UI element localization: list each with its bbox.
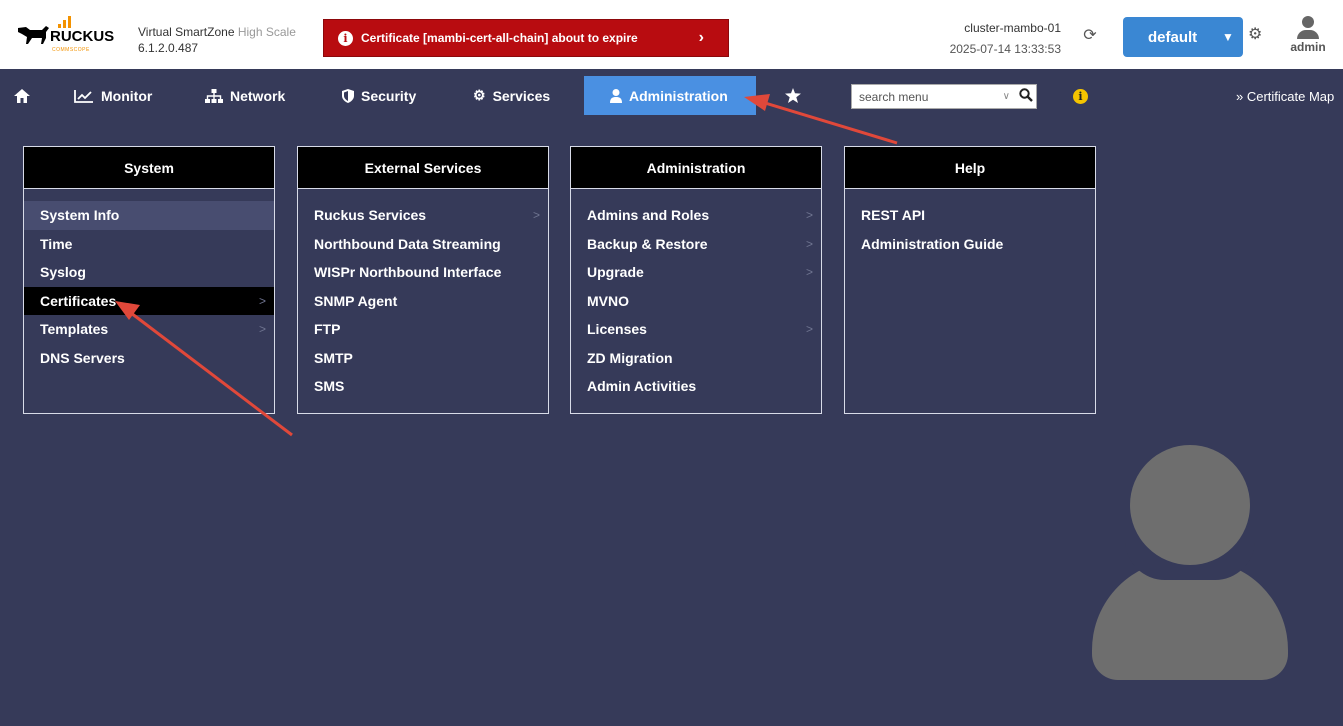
nav-monitor-label: Monitor	[101, 87, 153, 104]
menu-panel-administration: Administration Admins and Roles > Backup …	[570, 146, 822, 414]
domain-label: default	[1148, 28, 1198, 46]
info-icon: i	[338, 30, 353, 46]
menu-item-syslog[interactable]: Syslog	[24, 258, 274, 287]
nav-services[interactable]: ⚙ Services	[473, 76, 550, 115]
product-info: Virtual SmartZone High Scale 6.1.2.0.487	[138, 24, 296, 56]
nav-security[interactable]: Security	[342, 76, 416, 115]
chevron-right-icon: >	[805, 236, 813, 251]
menu-item-snmp-agent[interactable]: SNMP Agent	[298, 287, 548, 316]
chevron-down-icon: ▼	[1222, 30, 1234, 44]
chevron-right-icon: >	[258, 322, 266, 336]
product-edition: High Scale	[237, 25, 296, 39]
cluster-name: cluster-mambo-01	[964, 21, 1061, 35]
chevron-right-icon: >	[805, 322, 813, 336]
nav-monitor[interactable]: Monitor	[74, 76, 152, 115]
sitemap-icon	[205, 88, 223, 103]
cluster-info: cluster-mambo-01 2025-07-14 13:33:53	[940, 18, 1061, 60]
shield-icon	[342, 88, 354, 103]
menu-panel-help: Help REST API Administration Guide	[844, 146, 1096, 414]
menu-item-licenses[interactable]: Licenses >	[571, 315, 821, 344]
menu-item-backup-restore[interactable]: Backup & Restore >	[571, 230, 821, 259]
menu-item-upgrade[interactable]: Upgrade >	[571, 258, 821, 287]
chevron-right-icon: >	[805, 208, 813, 222]
user-menu[interactable]: admin	[1288, 16, 1328, 60]
nav-network-label: Network	[230, 87, 286, 104]
menu-item-zd-migration[interactable]: ZD Migration	[571, 344, 821, 373]
product-version: 6.1.2.0.487	[138, 41, 199, 55]
search-placeholder: search menu	[859, 89, 929, 104]
nav-security-label: Security	[361, 87, 417, 104]
gears-icon: ⚙	[473, 87, 486, 103]
product-name: Virtual SmartZone	[138, 25, 235, 39]
alert-text: Certificate [mambi-cert-all-chain] about…	[361, 31, 638, 45]
menu-panel-system: System System Info Time Syslog Certifica…	[23, 146, 275, 414]
nav-network[interactable]: Network	[205, 76, 285, 115]
chevron-right-icon: >	[532, 208, 540, 222]
info-icon[interactable]: i	[1073, 89, 1088, 104]
menu-item-smtp[interactable]: SMTP	[298, 344, 548, 373]
brand-name: RUCKUS	[50, 28, 115, 45]
top-header: RUCKUS COMMSCOPE Virtual SmartZone High …	[0, 0, 1343, 69]
menu-item-time[interactable]: Time	[24, 230, 274, 259]
chevron-right-icon: ›	[698, 29, 704, 46]
star-icon[interactable]	[785, 76, 801, 115]
panel-title: Help	[845, 147, 1095, 189]
menu-panel-external-services: External Services Ruckus Services > North…	[297, 146, 549, 414]
chart-line-icon	[74, 89, 93, 103]
panel-title: System	[24, 147, 274, 189]
menu-item-templates[interactable]: Templates >	[24, 315, 274, 344]
home-icon[interactable]	[14, 76, 30, 115]
nav-services-label: Services	[492, 87, 551, 104]
menu-item-dns-servers[interactable]: DNS Servers	[24, 344, 274, 373]
menu-item-rest-api[interactable]: REST API	[845, 201, 1095, 230]
user-name: admin	[1290, 40, 1326, 54]
signal-bars-icon	[58, 16, 71, 28]
brand-sub: COMMSCOPE	[52, 47, 90, 53]
user-icon	[1302, 16, 1314, 28]
menu-item-ftp[interactable]: FTP	[298, 315, 548, 344]
refresh-icon[interactable]: ⟳	[1080, 26, 1100, 46]
gear-icon[interactable]: ⚙	[1248, 26, 1266, 44]
menu-item-ruckus-services[interactable]: Ruckus Services >	[298, 201, 548, 230]
avatar-placeholder-head	[1130, 445, 1250, 565]
search-menu-input[interactable]: search menu ∨	[851, 84, 1037, 109]
chevron-right-icon: >	[258, 293, 266, 308]
menu-item-wispr-northbound[interactable]: WISPr Northbound Interface	[298, 258, 548, 287]
menu-item-northbound-data-streaming[interactable]: Northbound Data Streaming	[298, 230, 548, 259]
timestamp: 2025-07-14 13:33:53	[949, 42, 1061, 56]
user-icon	[610, 88, 622, 103]
menu-item-administration-guide[interactable]: Administration Guide	[845, 230, 1095, 259]
main-nav: Monitor Network Security ⚙ Services Admi…	[0, 69, 1343, 121]
certificate-alert-banner[interactable]: i Certificate [mambi-cert-all-chain] abo…	[323, 19, 729, 57]
dog-logo-icon	[18, 26, 49, 44]
chevron-right-icon: >	[805, 265, 813, 279]
menu-item-system-info[interactable]: System Info	[24, 201, 274, 230]
panel-title: External Services	[298, 147, 548, 189]
breadcrumb[interactable]: » Certificate Map	[1236, 89, 1334, 104]
menu-item-mvno[interactable]: MVNO	[571, 287, 821, 316]
menu-item-admin-activities[interactable]: Admin Activities	[571, 372, 821, 401]
menu-item-sms[interactable]: SMS	[298, 372, 548, 401]
search-icon[interactable]	[1016, 87, 1036, 106]
domain-dropdown-button[interactable]: default ▼	[1123, 17, 1243, 57]
menu-item-certificates[interactable]: Certificates >	[24, 286, 274, 315]
nav-administration[interactable]: Administration	[584, 76, 756, 115]
chevron-down-icon: ∨	[1002, 91, 1010, 102]
ruckus-logo[interactable]: RUCKUS COMMSCOPE	[16, 16, 116, 56]
panel-title: Administration	[571, 147, 821, 189]
nav-administration-label: Administration	[629, 87, 728, 104]
menu-item-admins-and-roles[interactable]: Admins and Roles >	[571, 201, 821, 230]
